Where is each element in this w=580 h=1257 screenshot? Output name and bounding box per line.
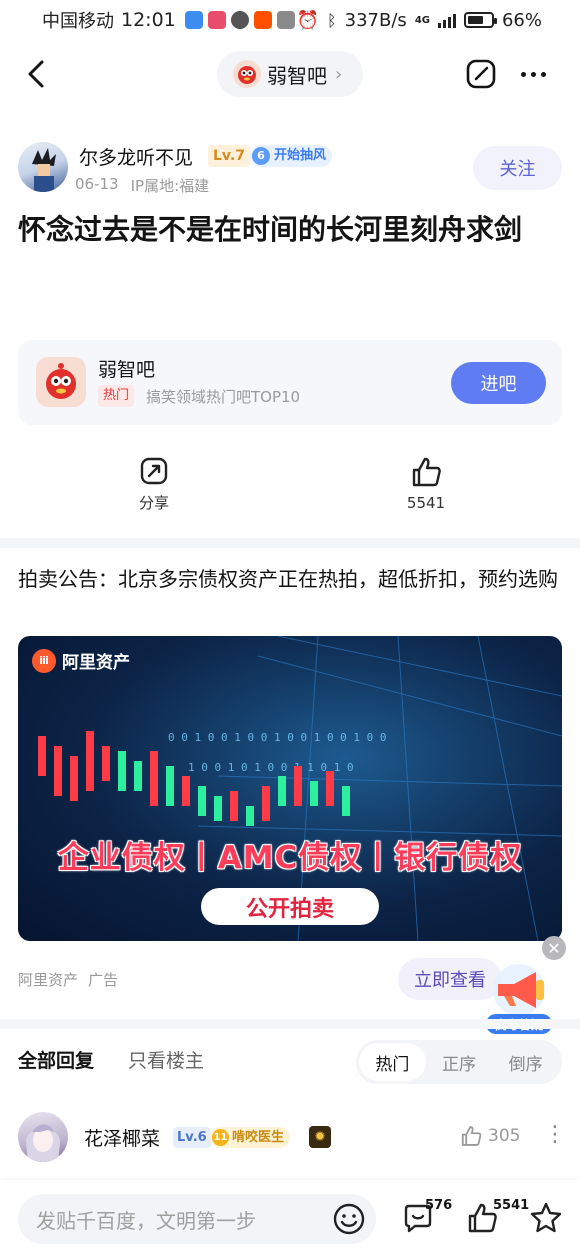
ad-source-name: 阿里资产 [18, 971, 79, 989]
edit-button[interactable] [465, 58, 497, 90]
emoji-icon [333, 1203, 365, 1235]
forum-card-description: 搞笑领域热门吧TOP10 [146, 388, 301, 406]
sort-ascending[interactable]: 正序 [426, 1043, 493, 1081]
title-label: 开始抽风 [274, 148, 327, 163]
more-options-button[interactable] [516, 58, 550, 90]
tab-op-only[interactable]: 只看楼主 [128, 1046, 204, 1073]
reply-title-level: 11 [212, 1129, 229, 1146]
forum-logo-icon [36, 357, 86, 407]
ad-title[interactable]: 拍卖公告：北京多宗债权资产正在热拍，超低折扣，预约选购 [18, 563, 563, 595]
signal-icon [437, 12, 456, 28]
tieba-app-icon [207, 11, 226, 29]
public-auction-button[interactable]: 公开拍卖 [201, 888, 379, 925]
reply-more-button[interactable]: ⋮ [544, 1124, 566, 1146]
reply-title-badge: 11 啃咬医生 [210, 1127, 291, 1148]
post-title: 怀念过去是不是在时间的长河里刻舟求剑 [18, 213, 523, 246]
comment-count: 576 [425, 1198, 453, 1213]
author-title-badge: 6 开始抽风 [250, 145, 333, 167]
author-name[interactable]: 尔多龙听不见 [79, 143, 193, 170]
author-level-badge: Lv.7 [208, 145, 250, 167]
taobao-app-icon [253, 11, 272, 29]
forum-card-name: 弱智吧 [98, 359, 156, 381]
star-icon [530, 1202, 562, 1233]
close-ad-button[interactable]: ✕ [542, 936, 566, 960]
ad-banner[interactable]: 0 0 1 0 0 1 0 0 1 0 0 1 0 0 1 0 0 1 0 0 … [18, 636, 562, 941]
section-divider [0, 1019, 580, 1029]
section-divider [0, 538, 580, 548]
like-button[interactable]: 5541 [386, 456, 466, 512]
sort-switch: 热门 正序 倒序 [356, 1040, 562, 1084]
chevron-right-icon: › [335, 63, 343, 85]
reply-author-name[interactable]: 花泽椰菜 [84, 1124, 160, 1151]
bottom-bar: 发贴千百度，文明第一步 576 5541 [0, 1180, 580, 1257]
thumbs-up-icon [412, 457, 441, 487]
bluetooth-icon: ᛒ [327, 10, 337, 30]
ad-headline: 企业债权丨AMC债权丨银行债权 [57, 840, 523, 876]
clock: 12:01 [121, 9, 176, 31]
favorite-button[interactable] [526, 1198, 566, 1238]
follow-button[interactable]: 关注 [473, 146, 562, 190]
alarm-icon: ⏰ [296, 9, 320, 31]
reply-level-badge: Lv.6 [173, 1127, 211, 1148]
chevron-left-icon [28, 60, 44, 88]
reply-like-button[interactable]: 305 [460, 1125, 520, 1147]
status-bar: 中国移动 12:01 ⏰ ᛒ 337B/s 4G 66% [0, 0, 580, 40]
forum-card[interactable]: 弱智吧 热门 搞笑领域热门吧TOP10 进吧 [18, 340, 562, 425]
network-type: 4G [414, 14, 430, 26]
like-count: 5541 [406, 494, 446, 512]
tab-all-replies[interactable]: 全部回复 [18, 1046, 94, 1073]
svg-text:0 0 1 0 0 1 0 0 1 0 0 1 0 0 1: 0 0 1 0 0 1 0 0 1 0 0 1 0 0 1 0 0 [168, 731, 387, 744]
emoji-button[interactable] [332, 1202, 366, 1236]
notification-app-icon [276, 11, 295, 29]
reply-avatar[interactable] [18, 1112, 68, 1162]
like-count-bottom: 5541 [493, 1198, 530, 1213]
ad-label: 广告 [88, 971, 119, 989]
ad-brand-name: 阿里资产 [62, 653, 130, 673]
ad-brand: ⅲ 阿里资产 [32, 648, 130, 673]
back-button[interactable] [18, 56, 54, 92]
medal-icon: ✹ [309, 1126, 331, 1148]
network-speed: 337B/s [344, 9, 407, 31]
reply-like-count: 305 [488, 1126, 521, 1146]
forum-name: 弱智吧 [267, 63, 327, 88]
more-dot [520, 71, 526, 77]
carrier-label: 中国移动 [42, 11, 114, 32]
forum-name-pill[interactable]: 弱智吧 › [217, 51, 363, 97]
thumbs-up-icon [461, 1126, 482, 1146]
more-dot [530, 71, 536, 77]
reply-title-label: 啃咬医生 [232, 1130, 285, 1145]
author-avatar[interactable] [18, 142, 68, 192]
sort-descending[interactable]: 倒序 [492, 1043, 559, 1081]
weather-app-icon [184, 11, 203, 29]
share-icon [140, 457, 168, 485]
author-meta: 06-13 IP属地:福建 [75, 175, 209, 196]
hot-tag: 热门 [98, 385, 135, 407]
enter-forum-button[interactable]: 进吧 [451, 362, 546, 404]
battery-icon [463, 12, 497, 28]
alibaba-assets-logo-icon: ⅲ [32, 648, 56, 673]
share-button[interactable]: 分享 [114, 456, 194, 513]
top-nav: 弱智吧 › [0, 48, 580, 100]
forum-logo-icon [233, 60, 261, 88]
ad-source: 阿里资产 广告 [18, 969, 118, 990]
battery-percent: 66% [501, 9, 542, 31]
post-date: 06-13 [75, 175, 119, 193]
share-label: 分享 [138, 494, 169, 512]
title-level: 6 [252, 147, 270, 165]
more-dot [540, 71, 546, 77]
comment-input[interactable]: 发贴千百度，文明第一步 [18, 1194, 376, 1244]
reply-tabs: 全部回复 只看楼主 [18, 1046, 204, 1073]
ball-app-icon [230, 11, 249, 29]
sort-hot[interactable]: 热门 [359, 1043, 426, 1081]
edit-icon [466, 59, 496, 89]
close-icon: ✕ [547, 938, 561, 958]
ip-location: IP属地:福建 [130, 177, 210, 195]
